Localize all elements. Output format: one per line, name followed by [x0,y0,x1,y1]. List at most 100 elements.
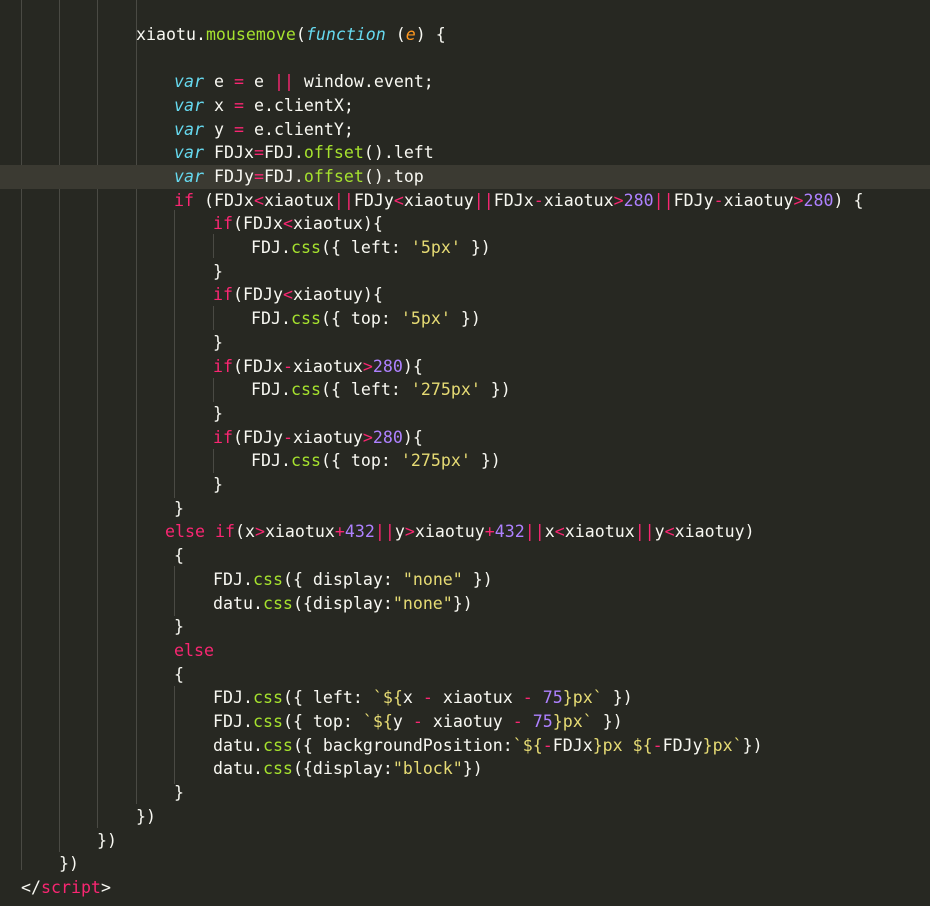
code-token: }) [742,735,763,755]
code-token: css [252,688,283,708]
code-line[interactable]: } [0,615,930,639]
code-token: - [422,688,433,708]
code-line[interactable]: FDJ.css({ left: '5px' }) [0,236,930,260]
code-line[interactable]: else [0,639,930,663]
code-line[interactable]: if(FDJy<xiaotuy){ [0,283,930,307]
code-token: (x [234,522,255,542]
code-token: '5px' [400,309,451,329]
code-token: css [262,593,293,613]
code-line[interactable]: if(FDJx<xiaotux){ [0,212,930,236]
code-token: > [362,356,373,376]
code-line[interactable]: } [0,781,930,805]
code-token: window.event; [293,72,434,92]
code-line[interactable]: var e = e || window.event; [0,70,930,94]
code-line[interactable] [0,46,930,70]
code-token: xiaotux [432,688,523,708]
code-token: xiaotuy [414,522,485,542]
code-line[interactable]: var y = e.clientY; [0,118,930,142]
code-line[interactable]: FDJ.css({ left: '275px' }) [0,378,930,402]
code-line[interactable]: if(FDJx-xiaotux>280){ [0,355,930,379]
code-token: ( [295,24,306,44]
code-token: } [213,261,223,281]
code-token: xiaotuy [403,190,474,210]
code-token: y [203,119,234,139]
code-line[interactable]: { [0,663,930,687]
code-token: (FDJy [232,427,283,447]
code-token: xiaotux [543,190,614,210]
code-token: || [374,522,395,542]
code-line[interactable]: } [0,402,930,426]
code-token: if [213,356,233,376]
code-line[interactable]: datu.css({display:"block"}) [0,757,930,781]
code-token: ({ left: [320,238,411,257]
code-token: xiaotux [564,522,635,542]
code-token: }) [136,806,156,826]
code-token: }) [592,712,623,731]
code-token: ({display: [292,759,393,779]
code-token: css [290,380,321,400]
code-token: 280 [372,427,403,447]
code-token: 432 [494,522,525,542]
code-token: "none" [392,593,453,613]
code-token: e.clientX; [243,95,354,115]
code-token: - [652,735,663,755]
code-token: > [793,190,804,210]
code-line[interactable]: datu.css({display:"none"}) [0,592,930,616]
code-line[interactable]: } [0,331,930,355]
code-token: + [484,522,495,542]
code-token: '5px' [410,238,461,257]
code-token: FDJy [662,735,703,755]
code-line[interactable]: }) [0,805,930,829]
code-line[interactable]: FDJ.css({ top: '5px' }) [0,307,930,331]
code-line[interactable]: FDJ.css({ top: '275px' }) [0,449,930,473]
code-token: "block" [392,759,463,779]
code-token: || [273,72,294,92]
code-line[interactable]: } [0,473,930,497]
code-token: 280 [623,190,654,210]
code-token: }) [59,854,79,874]
code-line[interactable]: }) [0,852,930,876]
code-token: - [522,688,533,708]
code-line[interactable]: if(FDJy-xiaotuy>280){ [0,426,930,450]
code-token: }) [450,309,481,329]
code-line[interactable]: if (FDJx<xiaotux||FDJy<xiaotuy||FDJx-xia… [0,189,930,213]
code-token: FDJ. [251,380,291,400]
code-line[interactable]: else if(x>xiaotux+432||y>xiaotuy+432||x<… [0,520,930,544]
code-line[interactable]: } [0,260,930,284]
code-token: "none" [402,569,463,589]
code-editor[interactable]: xiaotu.mousemove(function (e) { var e = e… [0,0,930,906]
code-line[interactable]: datu.css({ backgroundPosition:`${-FDJx}p… [0,734,930,758]
code-token: ({display: [292,593,393,613]
code-line[interactable]: xiaotu.mousemove(function (e) { [0,23,930,47]
code-token: datu. [213,735,263,755]
code-token: `${ [512,735,543,755]
code-token: css [252,712,283,731]
code-line[interactable]: FDJ.css({ left: `${x - xiaotux - 75}px` … [0,686,930,710]
code-token: } [174,498,184,518]
code-line[interactable]: var FDJy=FDJ.offset().top [0,164,930,189]
code-token: var [174,143,204,163]
code-line[interactable]: FDJ.css({ display: "none" }) [0,568,930,592]
code-token: css [290,238,321,257]
code-token: ({ left: [282,688,373,708]
code-token: FDJy [673,190,714,210]
code-line[interactable]: FDJ.css({ top: `${y - xiaotuy - 75}px` }… [0,710,930,734]
code-token: = [253,166,264,186]
code-token: (FDJx [193,190,254,210]
code-token: ){ [402,356,423,376]
code-line[interactable]: { [0,544,930,568]
code-token: e [203,72,234,92]
code-line[interactable]: </script> [0,876,930,900]
code-token: function [305,24,386,44]
code-token: '275px' [410,380,481,400]
code-token: ) { [415,24,446,44]
code-line[interactable]: var x = e.clientX; [0,94,930,118]
code-token: } [213,403,223,423]
code-line[interactable]: } [0,497,930,521]
code-line[interactable]: }) [0,829,930,853]
code-line[interactable]: var FDJx=FDJ.offset().left [0,141,930,165]
code-token: ({ display: [282,569,403,589]
code-token: css [290,309,321,329]
code-token: }px` [552,712,593,731]
code-token: '275px' [400,451,471,471]
